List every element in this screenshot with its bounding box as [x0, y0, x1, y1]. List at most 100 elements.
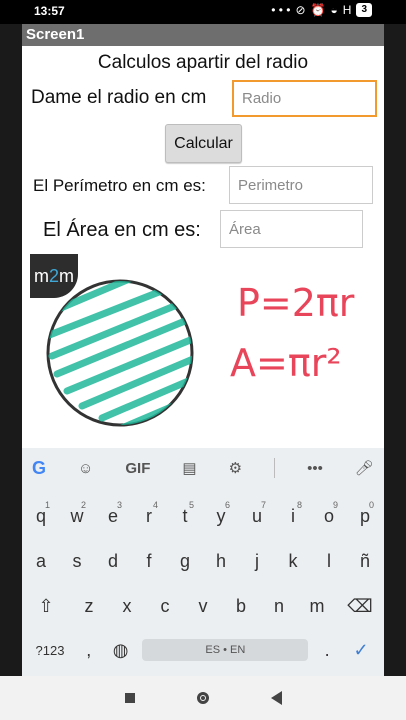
mic-icon[interactable]: 🎤︎	[355, 459, 374, 477]
status-bar: 13:57 • • • ⊘ ⏰ ◒ H 3	[0, 0, 406, 24]
shift-icon[interactable]: ⇧	[26, 586, 66, 626]
key-hint: 6	[224, 500, 230, 510]
key-s[interactable]: s	[62, 541, 92, 581]
key-label: ⇧	[38, 595, 54, 616]
key-x[interactable]: x	[112, 586, 142, 626]
key-label: b	[235, 595, 246, 616]
screen-content: Calculos apartir del radio Dame el radio…	[22, 46, 384, 448]
circle-hatching	[48, 281, 192, 425]
toolbar-divider	[274, 458, 276, 478]
key-label: ñ	[359, 550, 370, 571]
key-ñ[interactable]: ñ	[350, 541, 380, 581]
comma-key[interactable]: ,	[79, 630, 99, 670]
key-u[interactable]: u7	[242, 496, 272, 536]
clipboard-icon[interactable]: ▤	[182, 459, 196, 477]
keyboard-toolbar: G ☺ GIF ▤ ⚙ ••• 🎤︎	[22, 448, 384, 488]
wifi-icon: ◒	[330, 3, 338, 17]
key-label: v	[198, 595, 208, 616]
key-hint: 5	[188, 500, 194, 510]
key-q[interactable]: q1	[26, 496, 56, 536]
key-hint: 3	[116, 500, 122, 510]
area-formula: A=πr²	[230, 341, 342, 385]
key-label: j	[255, 550, 259, 571]
backspace-icon[interactable]: ⌫	[340, 586, 380, 626]
key-i[interactable]: i8	[278, 496, 308, 536]
key-v[interactable]: v	[188, 586, 218, 626]
symbols-key[interactable]: ?123	[30, 630, 70, 670]
space-bar[interactable]: ES • EN	[142, 639, 309, 661]
key-j[interactable]: j	[242, 541, 272, 581]
perimeter-formula: P=2πr	[237, 281, 355, 325]
key-label: i	[291, 505, 295, 526]
key-n[interactable]: n	[264, 586, 294, 626]
key-label: n	[273, 595, 284, 616]
period-key[interactable]: .	[317, 630, 337, 670]
key-row-4: ?123 , ◍ ES • EN . ✓	[22, 630, 384, 670]
key-label: c	[160, 595, 170, 616]
key-e[interactable]: e3	[98, 496, 128, 536]
status-time: 13:57	[34, 4, 65, 18]
navigation-bar	[0, 676, 406, 720]
alarm-icon: ⏰	[310, 3, 326, 17]
key-hint: 4	[152, 500, 158, 510]
key-label: t	[182, 505, 188, 526]
google-icon[interactable]: G	[32, 458, 46, 479]
mute-icon: ⊘	[295, 3, 306, 17]
sticker-icon[interactable]: ☺	[78, 460, 93, 477]
key-o[interactable]: o9	[314, 496, 344, 536]
back-button[interactable]	[270, 691, 282, 705]
key-g[interactable]: g	[170, 541, 200, 581]
key-label: g	[179, 550, 190, 571]
key-b[interactable]: b	[226, 586, 256, 626]
dots-icon: • • •	[271, 3, 291, 17]
key-t[interactable]: t5	[170, 496, 200, 536]
key-hint: 0	[368, 500, 374, 510]
key-label: a	[35, 550, 46, 571]
key-p[interactable]: p0	[350, 496, 380, 536]
key-row-2: asdfghjklñ	[22, 541, 384, 581]
enter-check-icon[interactable]: ✓	[346, 630, 376, 670]
home-button[interactable]	[196, 692, 209, 704]
key-h[interactable]: h	[206, 541, 236, 581]
key-y[interactable]: y6	[206, 496, 236, 536]
key-hint: 7	[260, 500, 266, 510]
key-label: ⌫	[347, 595, 373, 616]
key-row-3: ⇧ z x c v b n m ⌫	[22, 586, 384, 626]
signal-label: H	[342, 3, 352, 17]
key-hint: 2	[80, 500, 86, 510]
key-label: k	[288, 550, 298, 571]
key-w[interactable]: w2	[62, 496, 92, 536]
key-row-1: q1w2e3r4t5y6u7i8o9p0	[22, 496, 384, 536]
globe-icon[interactable]: ◍	[108, 630, 134, 670]
gear-icon[interactable]: ⚙	[229, 459, 242, 477]
key-hint: 1	[44, 500, 50, 510]
key-k[interactable]: k	[278, 541, 308, 581]
key-r[interactable]: r4	[134, 496, 164, 536]
key-label: m	[309, 595, 325, 616]
key-a[interactable]: a	[26, 541, 56, 581]
gif-button[interactable]: GIF	[125, 460, 150, 477]
key-label: z	[84, 595, 94, 616]
more-icon[interactable]: •••	[307, 460, 323, 477]
key-label: h	[215, 550, 226, 571]
battery-icon: 3	[356, 3, 372, 17]
key-c[interactable]: c	[150, 586, 180, 626]
key-f[interactable]: f	[134, 541, 164, 581]
key-label: r	[146, 505, 152, 526]
key-m[interactable]: m	[302, 586, 332, 626]
key-l[interactable]: l	[314, 541, 344, 581]
key-label: s	[72, 550, 82, 571]
status-icons: • • • ⊘ ⏰ ◒ H 3	[271, 3, 372, 17]
key-label: d	[107, 550, 118, 571]
key-label: x	[122, 595, 132, 616]
key-hint: 8	[296, 500, 302, 510]
key-label: f	[146, 550, 152, 571]
recents-button[interactable]	[124, 693, 135, 703]
soft-keyboard: G ☺ GIF ▤ ⚙ ••• 🎤︎ q1w2e3r4t5y6u7i8o9p0 …	[22, 448, 384, 676]
key-z[interactable]: z	[74, 586, 104, 626]
circle-illustration: P=2πr A=πr²	[46, 279, 355, 427]
app-title-bar: Screen1	[22, 24, 384, 46]
key-d[interactable]: d	[98, 541, 128, 581]
key-hint: 9	[332, 500, 338, 510]
key-label: l	[327, 550, 331, 571]
